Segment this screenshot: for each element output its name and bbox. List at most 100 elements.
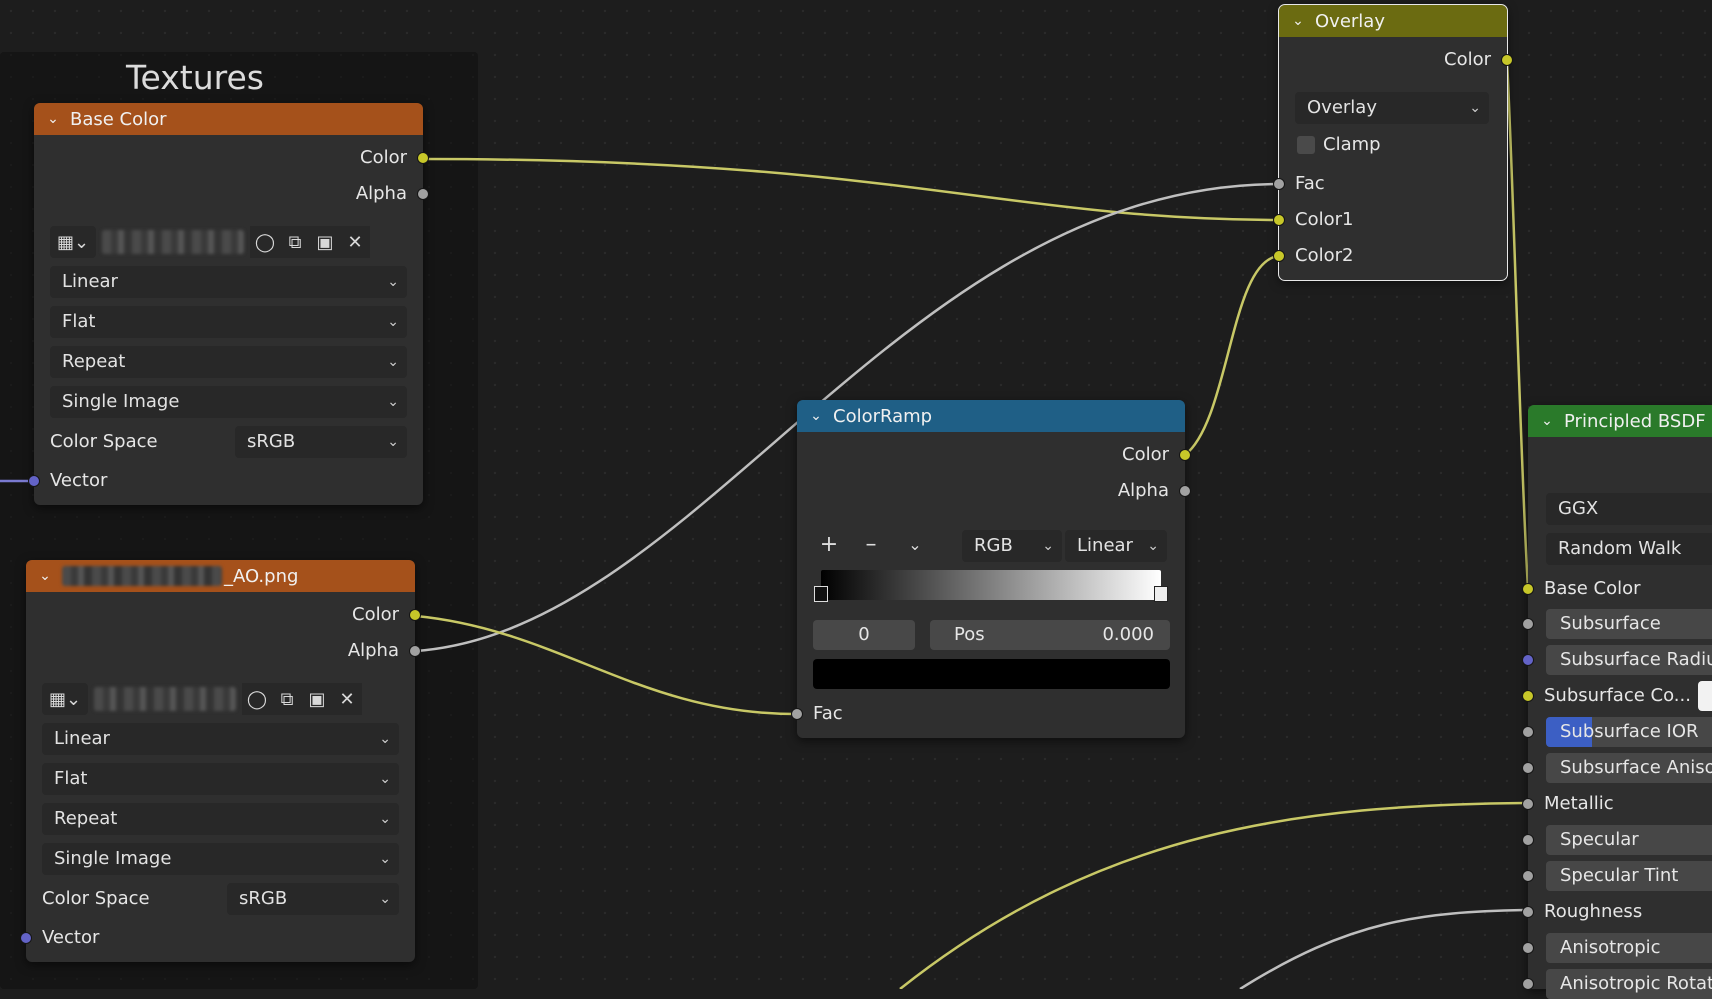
input-vector-socket[interactable] bbox=[28, 475, 40, 487]
add-stop-button[interactable]: + bbox=[815, 530, 843, 560]
node-header[interactable]: ⌄ Base Color bbox=[34, 103, 423, 135]
chevron-down-icon: ⌄ bbox=[379, 891, 391, 907]
node-header[interactable]: ⌄ _AO.png bbox=[26, 560, 415, 592]
chevron-down-icon[interactable]: ⌄ bbox=[807, 408, 825, 424]
subsurface-radius-field[interactable]: Subsurface Radius bbox=[1546, 645, 1712, 675]
input-subsurface-socket[interactable] bbox=[1522, 618, 1534, 630]
duplicate-icon[interactable]: ⧉ bbox=[280, 226, 310, 258]
output-color-socket[interactable] bbox=[1501, 54, 1513, 66]
input-base-color-socket[interactable] bbox=[1522, 583, 1534, 595]
chevron-down-icon[interactable]: ⌄ bbox=[1538, 413, 1556, 429]
anisotropic-label: Anisotropic bbox=[1560, 937, 1661, 958]
output-alpha-socket[interactable] bbox=[409, 645, 421, 657]
input-specular-tint-socket[interactable] bbox=[1522, 870, 1534, 882]
ramp-menu-chevron-icon[interactable]: ⌄ bbox=[901, 530, 929, 560]
input-specular-socket[interactable] bbox=[1522, 834, 1534, 846]
image-texture-node-base-color[interactable]: ⌄ Base Color Color Alpha ▦⌄ ◯ ⧉ ▣ ✕ Line… bbox=[28, 103, 429, 505]
interpolation-dropdown[interactable]: Linear ⌄ bbox=[42, 723, 399, 755]
close-icon[interactable]: ✕ bbox=[340, 226, 370, 258]
output-color-label: Color bbox=[360, 147, 407, 168]
image-browse-icon[interactable]: ▦⌄ bbox=[50, 226, 96, 258]
image-browse-icon[interactable]: ▦⌄ bbox=[42, 683, 88, 715]
chevron-down-icon: ⌄ bbox=[379, 731, 391, 747]
chevron-down-icon[interactable]: ⌄ bbox=[1289, 13, 1307, 29]
chevron-down-icon[interactable]: ⌄ bbox=[36, 568, 54, 584]
subsurface-field[interactable]: Subsurface bbox=[1546, 609, 1712, 639]
chevron-down-icon: ⌄ bbox=[1469, 100, 1481, 116]
color-space-dropdown[interactable]: sRGB ⌄ bbox=[227, 883, 399, 915]
color-ramp-gradient[interactable] bbox=[821, 570, 1161, 600]
input-subsurface-anisotropy-socket[interactable] bbox=[1522, 762, 1534, 774]
close-icon[interactable]: ✕ bbox=[332, 683, 362, 715]
input-fac-label: Fac bbox=[813, 703, 843, 724]
node-header[interactable]: ⌄ Overlay bbox=[1279, 5, 1507, 37]
input-color2-socket[interactable] bbox=[1273, 250, 1285, 262]
input-fac-socket[interactable] bbox=[1273, 178, 1285, 190]
input-subsurface-radius-socket[interactable] bbox=[1522, 654, 1534, 666]
stop-position-field[interactable]: Pos 0.000 bbox=[930, 620, 1170, 650]
subsurface-radius-label: Subsurface Radius bbox=[1560, 649, 1712, 670]
ramp-interpolation-dropdown[interactable]: Linear ⌄ bbox=[1065, 530, 1167, 562]
fake-user-shield-icon[interactable]: ◯ bbox=[250, 226, 280, 258]
anisotropic-field[interactable]: Anisotropic bbox=[1546, 933, 1712, 963]
clamp-label: Clamp bbox=[1323, 134, 1381, 155]
output-alpha-socket[interactable] bbox=[417, 188, 429, 200]
node-header[interactable]: ⌄ ColorRamp bbox=[797, 400, 1185, 432]
input-metallic-socket[interactable] bbox=[1522, 798, 1534, 810]
input-color1-socket[interactable] bbox=[1273, 214, 1285, 226]
output-color-socket[interactable] bbox=[417, 152, 429, 164]
image-texture-node-ao[interactable]: ⌄ _AO.png Color Alpha ▦⌄ ◯ ⧉ ▣ ✕ Linear … bbox=[20, 560, 421, 962]
pos-label: Pos bbox=[954, 624, 985, 645]
chevron-down-icon[interactable]: ⌄ bbox=[44, 111, 62, 127]
input-metallic-label: Metallic bbox=[1544, 793, 1614, 814]
extension-value: Repeat bbox=[62, 351, 126, 372]
projection-dropdown[interactable]: Flat ⌄ bbox=[50, 306, 407, 338]
active-stop-index-field[interactable]: 0 bbox=[813, 620, 915, 650]
input-roughness-socket[interactable] bbox=[1522, 906, 1534, 918]
subsurface-anisotropy-field[interactable]: Subsurface Aniso bbox=[1546, 753, 1712, 783]
input-subsurface-color-socket[interactable] bbox=[1522, 690, 1534, 702]
ramp-stop-black-handle[interactable] bbox=[814, 586, 828, 602]
color-space-value: sRGB bbox=[239, 888, 288, 909]
projection-dropdown[interactable]: Flat ⌄ bbox=[42, 763, 399, 795]
subsurface-method-dropdown[interactable]: Random Walk bbox=[1546, 533, 1712, 565]
color-mode-dropdown[interactable]: RGB ⌄ bbox=[962, 530, 1062, 562]
distribution-dropdown[interactable]: GGX bbox=[1546, 493, 1712, 525]
duplicate-icon[interactable]: ⧉ bbox=[272, 683, 302, 715]
principled-bsdf-node[interactable]: ⌄ Principled BSDF GGX Random Walk Base C… bbox=[1522, 405, 1712, 999]
ramp-stop-white-handle[interactable] bbox=[1154, 586, 1168, 602]
output-color-socket[interactable] bbox=[409, 609, 421, 621]
input-anisotropic-rotation-socket[interactable] bbox=[1522, 978, 1534, 990]
blend-mode-dropdown[interactable]: Overlay ⌄ bbox=[1295, 92, 1489, 124]
input-vector-socket[interactable] bbox=[20, 932, 32, 944]
extension-dropdown[interactable]: Repeat ⌄ bbox=[42, 803, 399, 835]
chevron-down-icon: ⌄ bbox=[387, 354, 399, 370]
output-color-socket[interactable] bbox=[1179, 449, 1191, 461]
stop-color-swatch[interactable] bbox=[813, 659, 1170, 689]
specular-field[interactable]: Specular bbox=[1546, 825, 1712, 855]
mix-overlay-node[interactable]: ⌄ Overlay Color Overlay ⌄ Clamp Fac Colo… bbox=[1273, 4, 1513, 281]
open-folder-icon[interactable]: ▣ bbox=[310, 226, 340, 258]
source-dropdown[interactable]: Single Image ⌄ bbox=[42, 843, 399, 875]
colorramp-node[interactable]: ⌄ ColorRamp Color Alpha + – ⌄ RGB ⌄ Line… bbox=[791, 400, 1191, 738]
specular-tint-field[interactable]: Specular Tint bbox=[1546, 861, 1712, 891]
source-value: Single Image bbox=[62, 391, 180, 412]
open-folder-icon[interactable]: ▣ bbox=[302, 683, 332, 715]
remove-stop-button[interactable]: – bbox=[857, 530, 885, 560]
interpolation-dropdown[interactable]: Linear ⌄ bbox=[50, 266, 407, 298]
subsurface-color-swatch[interactable] bbox=[1698, 681, 1712, 711]
image-name-field[interactable] bbox=[102, 230, 244, 254]
extension-dropdown[interactable]: Repeat ⌄ bbox=[50, 346, 407, 378]
input-fac-socket[interactable] bbox=[791, 708, 803, 720]
anisotropic-rotation-field[interactable]: Anisotropic Rotati bbox=[1546, 969, 1712, 999]
input-subsurface-ior-socket[interactable] bbox=[1522, 726, 1534, 738]
image-name-field[interactable] bbox=[94, 687, 236, 711]
source-dropdown[interactable]: Single Image ⌄ bbox=[50, 386, 407, 418]
node-header[interactable]: ⌄ Principled BSDF bbox=[1528, 405, 1712, 437]
color-space-dropdown[interactable]: sRGB ⌄ bbox=[235, 426, 407, 458]
fake-user-shield-icon[interactable]: ◯ bbox=[242, 683, 272, 715]
output-alpha-socket[interactable] bbox=[1179, 485, 1191, 497]
specular-tint-label: Specular Tint bbox=[1560, 865, 1679, 886]
input-anisotropic-socket[interactable] bbox=[1522, 942, 1534, 954]
subsurface-ior-field[interactable]: Subsurface IOR bbox=[1546, 717, 1712, 747]
